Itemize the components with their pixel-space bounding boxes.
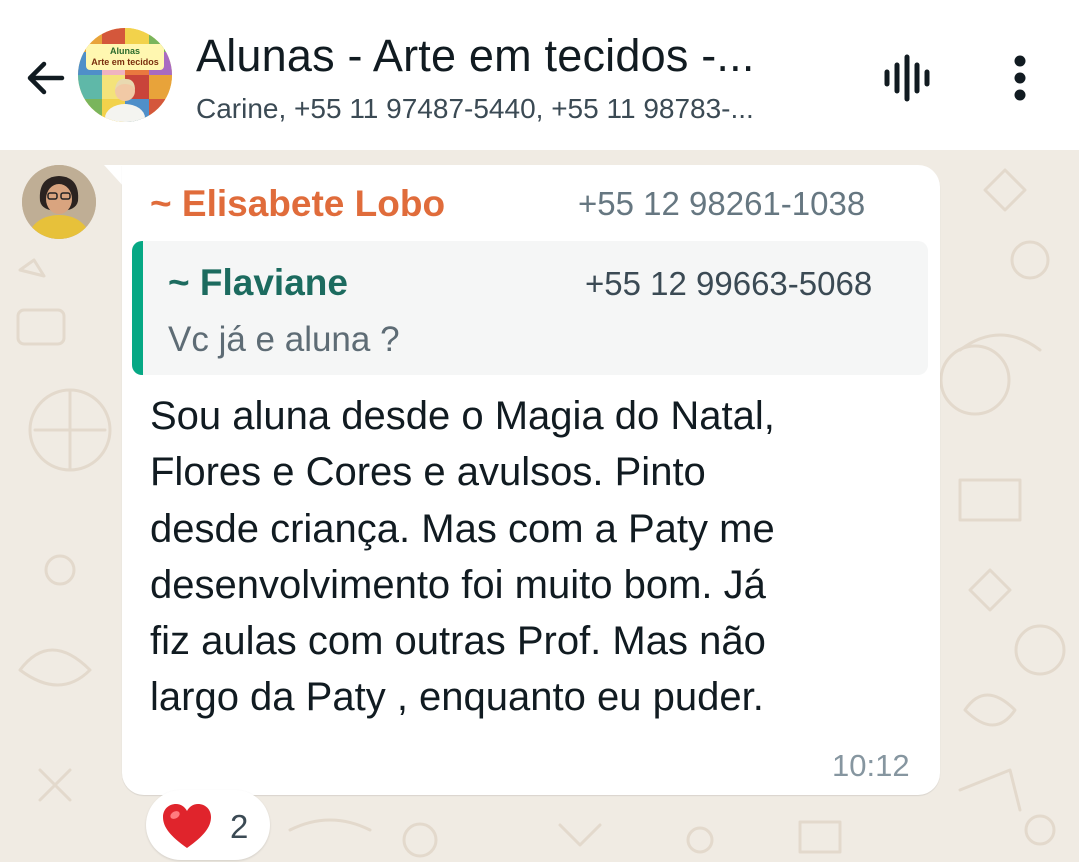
group-avatar[interactable]: Alunas Arte em tecidos: [78, 28, 172, 122]
quoted-sender-name: ~ Flaviane: [168, 262, 348, 303]
message-time: 10:12: [832, 748, 910, 783]
bubble-tail: [104, 165, 124, 187]
avatar-banner: Alunas Arte em tecidos: [86, 44, 164, 70]
message-line: Flores e Cores e avulsos. Pinto: [150, 450, 706, 495]
red-heart-icon: [163, 804, 211, 848]
chat-header: Alunas Arte em tecidos Alunas - Arte em …: [0, 0, 1079, 150]
sender-avatar[interactable]: [22, 165, 96, 239]
message-line: Sou aluna desde o Magia do Natal,: [150, 394, 775, 438]
quoted-sender-phone: +55 12 99663-5068: [585, 265, 873, 302]
more-vertical-icon: [1014, 55, 1026, 101]
back-button[interactable]: [18, 50, 74, 106]
avatar-banner-line1: Alunas: [109, 46, 140, 56]
quote-accent-bar: [132, 241, 143, 375]
teacher-photo: [105, 78, 145, 122]
message-line: largo da Paty , enquanto eu puder.: [150, 675, 764, 720]
arrow-left-icon: [27, 61, 65, 95]
message-body: Sou aluna desde o Magia do Natal, Flores…: [150, 388, 920, 726]
message-line: desenvolvimento foi muito bom. Já: [150, 562, 766, 607]
message-line: fiz aulas com outras Prof. Mas não: [150, 619, 766, 664]
avatar-banner-line2: Arte em tecidos: [91, 57, 159, 67]
sender-phone[interactable]: +55 12 98261-1038: [578, 185, 865, 223]
voice-chat-button[interactable]: [876, 50, 938, 106]
group-title[interactable]: Alunas - Arte em tecidos -...: [196, 30, 755, 82]
quoted-text: Vc já e aluna ?: [168, 320, 400, 359]
message-line: desde criança. Mas com a Paty me: [150, 506, 775, 551]
more-options-button[interactable]: [998, 48, 1042, 108]
sender-photo: [22, 165, 96, 239]
audio-waveform-icon: [884, 54, 930, 102]
sender-name[interactable]: ~ Elisabete Lobo: [150, 183, 445, 225]
group-members[interactable]: Carine, +55 11 97487-5440, +55 11 98783-…: [196, 93, 754, 125]
reaction-count: 2: [230, 808, 249, 845]
